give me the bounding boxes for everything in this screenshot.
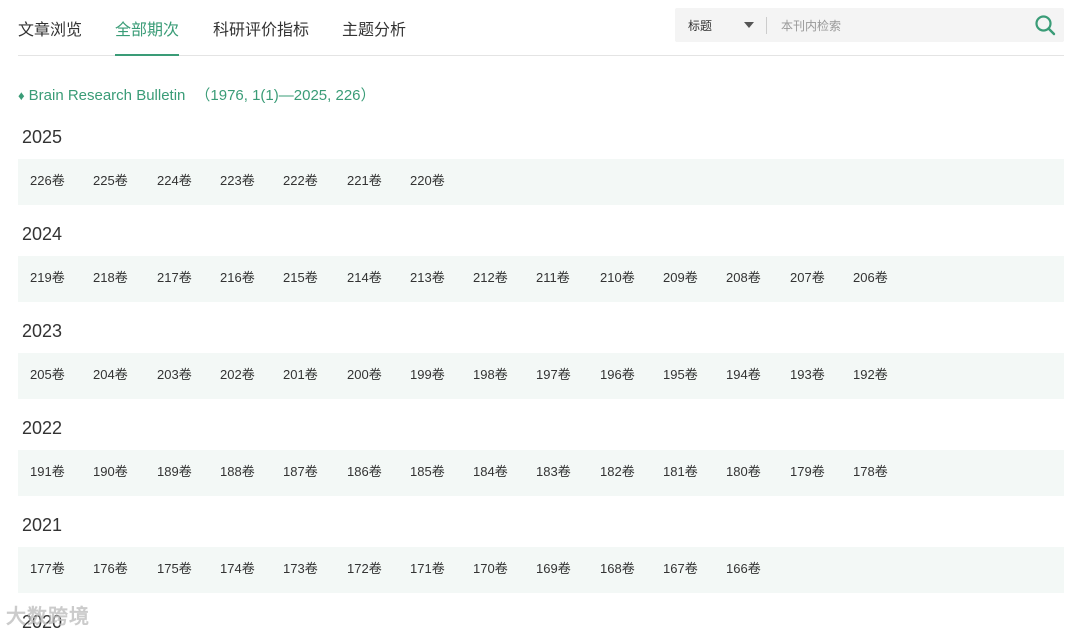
- volume-link[interactable]: 225卷: [93, 173, 128, 189]
- tab-topic-analysis[interactable]: 主题分析: [342, 20, 406, 54]
- volume-link[interactable]: 173卷: [283, 561, 318, 577]
- volume-link[interactable]: 222卷: [283, 173, 318, 189]
- journal-name[interactable]: Brain Research Bulletin: [29, 87, 186, 104]
- volume-link[interactable]: 168卷: [600, 561, 635, 577]
- volume-link[interactable]: 212卷: [473, 270, 508, 286]
- volume-link[interactable]: 184卷: [473, 464, 508, 480]
- volume-link[interactable]: 193卷: [790, 367, 825, 383]
- volume-link[interactable]: 205卷: [30, 367, 65, 383]
- volume-link[interactable]: 182卷: [600, 464, 635, 480]
- volume-row: 226卷 225卷 224卷 223卷 222卷 221卷 220卷: [18, 159, 1064, 205]
- volume-link[interactable]: 219卷: [30, 270, 65, 286]
- volume-link[interactable]: 213卷: [410, 270, 445, 286]
- volume-link[interactable]: 183卷: [536, 464, 571, 480]
- volume-link[interactable]: 207卷: [790, 270, 825, 286]
- volume-link[interactable]: 220卷: [410, 173, 445, 189]
- volume-link[interactable]: 186卷: [347, 464, 382, 480]
- volume-link[interactable]: 189卷: [157, 464, 192, 480]
- journal-range: （1976, 1(1)—2025, 226）: [195, 87, 376, 104]
- volume-link[interactable]: 170卷: [473, 561, 508, 577]
- volume-link[interactable]: 196卷: [600, 367, 635, 383]
- watermark: 大数跨境: [6, 606, 90, 628]
- volume-row: 177卷 176卷 175卷 174卷 173卷 172卷 171卷 170卷 169卷 168卷…: [18, 547, 1064, 593]
- tab-research-metrics[interactable]: 科研评价指标: [213, 20, 309, 54]
- volume-link[interactable]: 185卷: [410, 464, 445, 480]
- volume-link[interactable]: 223卷: [220, 173, 255, 189]
- year-title: 2022: [22, 418, 63, 438]
- diamond-icon: ♦: [18, 88, 25, 103]
- volume-link[interactable]: 181卷: [663, 464, 698, 480]
- search-input[interactable]: [779, 14, 1023, 38]
- volume-link[interactable]: 167卷: [663, 561, 698, 577]
- volume-link[interactable]: 175卷: [157, 561, 192, 577]
- volume-link[interactable]: 195卷: [663, 367, 698, 383]
- volume-link[interactable]: 172卷: [347, 561, 382, 577]
- volume-link[interactable]: 200卷: [347, 367, 382, 383]
- volume-link[interactable]: 218卷: [93, 270, 128, 286]
- year-title: 2025: [22, 127, 63, 147]
- volume-link[interactable]: 188卷: [220, 464, 255, 480]
- volume-link[interactable]: 216卷: [220, 270, 255, 286]
- volume-link[interactable]: 171卷: [410, 561, 445, 577]
- volume-link[interactable]: 180卷: [726, 464, 761, 480]
- volume-row: 191卷 190卷 189卷 188卷 187卷 186卷 185卷 184卷 183卷 182卷…: [18, 450, 1064, 496]
- volume-link[interactable]: 211卷: [536, 270, 570, 286]
- year-title: 2023: [22, 321, 63, 341]
- volume-link[interactable]: 191卷: [30, 464, 65, 480]
- search-field-select[interactable]: 标题: [688, 17, 712, 34]
- journal-heading: ♦ Brain Research Bulletin （1976, 1(1)—2025…: [18, 86, 376, 106]
- volume-link[interactable]: 198卷: [473, 367, 508, 383]
- tab-all-issues[interactable]: 全部期次: [115, 20, 180, 56]
- volume-link[interactable]: 214卷: [347, 270, 382, 286]
- volume-link[interactable]: 210卷: [600, 270, 635, 286]
- year-title: 2024: [22, 224, 63, 244]
- year-title: 2021: [22, 515, 63, 535]
- volume-link[interactable]: 179卷: [790, 464, 825, 480]
- volume-link[interactable]: 197卷: [536, 367, 571, 383]
- volume-row: 205卷 204卷 203卷 202卷 201卷 200卷 199卷 198卷 197卷 196卷…: [18, 353, 1064, 399]
- volume-link[interactable]: 194卷: [726, 367, 761, 383]
- volume-link[interactable]: 177卷: [30, 561, 65, 577]
- search-bar: 标题: [675, 8, 1064, 42]
- volume-link[interactable]: 208卷: [726, 270, 761, 286]
- volume-link[interactable]: 226卷: [30, 173, 65, 189]
- volume-link[interactable]: 199卷: [410, 367, 445, 383]
- volume-link[interactable]: 187卷: [283, 464, 318, 480]
- search-icon[interactable]: [1034, 14, 1056, 36]
- volume-link[interactable]: 169卷: [536, 561, 571, 577]
- volume-link[interactable]: 209卷: [663, 270, 698, 286]
- volume-link[interactable]: 215卷: [283, 270, 318, 286]
- tab-article-browse[interactable]: 文章浏览: [18, 20, 82, 54]
- volume-link[interactable]: 202卷: [220, 367, 255, 383]
- volume-link[interactable]: 176卷: [93, 561, 128, 577]
- volume-row: 219卷 218卷 217卷 216卷 215卷 214卷 213卷 212卷 211卷 210卷…: [18, 256, 1064, 302]
- volume-link[interactable]: 174卷: [220, 561, 255, 577]
- chevron-down-icon[interactable]: [744, 22, 754, 28]
- volume-link[interactable]: 178卷: [853, 464, 888, 480]
- volume-link[interactable]: 201卷: [283, 367, 318, 383]
- volume-link[interactable]: 206卷: [853, 270, 888, 286]
- volume-link[interactable]: 203卷: [157, 367, 192, 383]
- volume-link[interactable]: 224卷: [157, 173, 192, 189]
- divider: [766, 17, 767, 34]
- volume-link[interactable]: 192卷: [853, 367, 888, 383]
- volume-link[interactable]: 217卷: [157, 270, 192, 286]
- volume-link[interactable]: 166卷: [726, 561, 761, 577]
- volume-link[interactable]: 190卷: [93, 464, 128, 480]
- volume-link[interactable]: 204卷: [93, 367, 128, 383]
- volume-link[interactable]: 221卷: [347, 173, 382, 189]
